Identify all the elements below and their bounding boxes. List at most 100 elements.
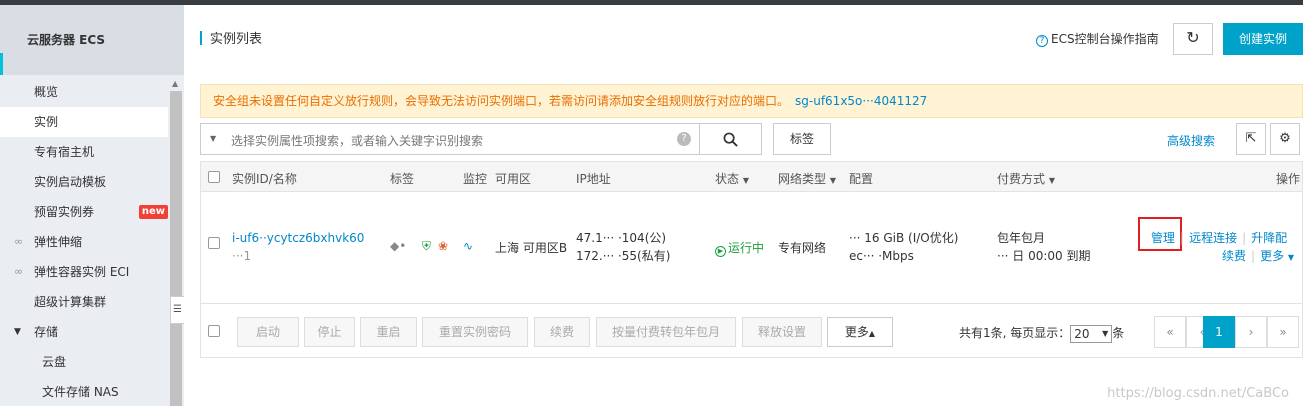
more-button[interactable]: 更多▲ bbox=[827, 317, 893, 347]
col-zone: 可用区 bbox=[495, 170, 531, 187]
tag-filter-button[interactable]: 标签 bbox=[773, 123, 831, 155]
actions-cell: 管理|远程连接|升降配 续费|更多 ▼ bbox=[1151, 229, 1294, 267]
status-label: 运行中 bbox=[728, 241, 764, 255]
sidebar-item-overview[interactable]: 概览 bbox=[0, 77, 168, 107]
search-icon bbox=[723, 132, 738, 147]
instance-table: 实例ID/名称 标签 监控 可用区 IP地址 状态 ▼ 网络类型 ▼ 配置 付费… bbox=[200, 161, 1303, 358]
status-running: ▶运行中 bbox=[715, 239, 764, 257]
next-page-button[interactable]: › bbox=[1235, 316, 1267, 348]
config-spec: ··· 16 GiB (I/O优化) bbox=[849, 229, 958, 247]
select-all-checkbox[interactable] bbox=[208, 171, 220, 183]
table-row: i-uf6··ycytcz6bxhvk60 ···1 ◆• ⛨ ❀ ∿ 上海 可… bbox=[201, 193, 1302, 303]
billing-type: 包年包月 bbox=[997, 229, 1090, 247]
config-bandwidth: ec··· ·Mbps bbox=[849, 247, 958, 265]
sidebar-item-nas[interactable]: 文件存储 NAS bbox=[0, 377, 168, 407]
release-settings-button[interactable]: 释放设置 bbox=[742, 317, 822, 347]
search-placeholder: 选择实例属性项搜索，或者输入关键字识别搜索 bbox=[231, 132, 483, 149]
current-page-button[interactable]: 1 bbox=[1203, 316, 1235, 348]
sidebar-item-reserved-instance[interactable]: 预留实例券new bbox=[0, 197, 168, 227]
caret-down-icon: ▼ bbox=[743, 176, 749, 185]
sidebar-item-label: 文件存储 NAS bbox=[42, 385, 119, 399]
col-status[interactable]: 状态 ▼ bbox=[715, 170, 749, 187]
table-header: 实例ID/名称 标签 监控 可用区 IP地址 状态 ▼ 网络类型 ▼ 配置 付费… bbox=[201, 162, 1302, 192]
sidebar-scrollbar[interactable]: ▲ bbox=[168, 77, 184, 406]
sidebar-item-auto-scaling[interactable]: ∞弹性伸缩 bbox=[0, 227, 168, 257]
more-actions-link[interactable]: 更多 ▼ bbox=[1260, 249, 1294, 263]
sidebar-item-eci[interactable]: ∞弹性容器实例 ECI bbox=[0, 257, 168, 287]
footer-select-all-checkbox[interactable] bbox=[208, 325, 220, 337]
sidebar-item-disk[interactable]: 云盘 bbox=[0, 347, 168, 377]
sidebar-item-label: 弹性伸缩 bbox=[34, 235, 82, 249]
last-page-button[interactable]: » bbox=[1267, 316, 1299, 348]
sidebar-item-label: 云盘 bbox=[42, 355, 66, 369]
config-cell: ··· 16 GiB (I/O优化) ec··· ·Mbps bbox=[849, 229, 958, 265]
total-text: 共有1条, 每页显示： bbox=[959, 326, 1070, 340]
row-checkbox[interactable] bbox=[208, 237, 220, 249]
warning-text: 安全组未设置任何自定义放行规则，会导致无法访问实例端口，若需访问请添加安全组规则… bbox=[213, 94, 789, 108]
sidebar-item-scc[interactable]: 超级计算集群 bbox=[0, 287, 168, 317]
sidebar-item-label: 超级计算集群 bbox=[34, 295, 106, 309]
col-status-label: 状态 bbox=[715, 172, 739, 186]
col-actions: 操作 bbox=[1276, 170, 1300, 187]
start-button[interactable]: 启动 bbox=[237, 317, 299, 347]
ip-public: 47.1··· ·104(公) bbox=[576, 229, 670, 247]
help-icon[interactable]: ? bbox=[677, 132, 691, 146]
convert-billing-button[interactable]: 按量付费转包年包月 bbox=[596, 317, 736, 347]
caret-down-icon: ▼ bbox=[1049, 176, 1055, 185]
col-config: 配置 bbox=[849, 170, 873, 187]
table-footer: 启动 停止 重启 重置实例密码 续费 按量付费转包年包月 释放设置 更多▲ 共有… bbox=[201, 303, 1302, 357]
new-badge: new bbox=[139, 205, 168, 219]
pagination-info: 共有1条, 每页显示：20▼条 bbox=[959, 324, 1124, 343]
guide-label: ECS控制台操作指南 bbox=[1051, 32, 1159, 46]
security-group-warning: 安全组未设置任何自定义放行规则，会导致无法访问实例端口，若需访问请添加安全组规则… bbox=[200, 84, 1303, 118]
col-network[interactable]: 网络类型 ▼ bbox=[778, 170, 836, 187]
sidebar-item-launch-template[interactable]: 实例启动模板 bbox=[0, 167, 168, 197]
security-group-link[interactable]: sg-uf61x5o···4041127 bbox=[795, 94, 927, 108]
export-button[interactable]: ⇱ bbox=[1236, 123, 1266, 155]
sidebar-item-dedicated-host[interactable]: 专有宿主机 bbox=[0, 137, 168, 167]
advanced-search-link[interactable]: 高级搜索 bbox=[1167, 132, 1215, 149]
create-instance-button[interactable]: 创建实例 bbox=[1223, 23, 1303, 55]
sidebar-item-label: 专有宿主机 bbox=[34, 145, 94, 159]
remote-connect-link[interactable]: 远程连接 bbox=[1189, 231, 1237, 245]
instance-id-link[interactable]: i-uf6··ycytcz6bxhvk60 bbox=[232, 229, 364, 247]
col-tags: 标签 bbox=[390, 170, 414, 187]
sidebar-item-instances[interactable]: 实例 bbox=[0, 107, 168, 137]
instance-id-cell: i-uf6··ycytcz6bxhvk60 ···1 bbox=[232, 229, 364, 265]
search-input[interactable]: ▼ 选择实例属性项搜索，或者输入关键字识别搜索 ? bbox=[200, 123, 700, 155]
reset-password-button[interactable]: 重置实例密码 bbox=[422, 317, 528, 347]
monitor-chart-icon[interactable]: ∿ bbox=[463, 237, 473, 255]
caret-down-icon: ▼ bbox=[14, 317, 21, 347]
resize-link[interactable]: 升降配 bbox=[1251, 231, 1287, 245]
scroll-up-icon[interactable]: ▲ bbox=[172, 79, 178, 88]
sidebar-collapse-icon[interactable]: ☰ bbox=[170, 296, 184, 324]
page-size-select[interactable]: 20▼ bbox=[1070, 325, 1112, 343]
col-ip: IP地址 bbox=[576, 170, 611, 187]
sidebar: 云服务器 ECS 概览 实例 专有宿主机 实例启动模板 预留实例券new ∞弹性… bbox=[0, 5, 184, 406]
stop-button[interactable]: 停止 bbox=[304, 317, 355, 347]
caret-down-icon: ▼ bbox=[830, 176, 836, 185]
guide-link[interactable]: ?ECS控制台操作指南 bbox=[1036, 30, 1159, 47]
total-suffix: 条 bbox=[1112, 326, 1124, 340]
sidebar-group-storage[interactable]: ▼存储 bbox=[0, 317, 168, 347]
watermark: https://blog.csdn.net/CaBCo bbox=[1107, 386, 1289, 401]
col-billing[interactable]: 付费方式 ▼ bbox=[997, 170, 1055, 187]
settings-button[interactable]: ⚙ bbox=[1270, 123, 1300, 155]
network-type: 专有网络 bbox=[778, 239, 826, 257]
restart-button[interactable]: 重启 bbox=[360, 317, 417, 347]
more-button-label: 更多 bbox=[845, 325, 869, 339]
scrollbar-thumb[interactable] bbox=[170, 91, 182, 406]
zone: 上海 可用区B bbox=[495, 239, 567, 257]
search-bar: ▼ 选择实例属性项搜索，或者输入关键字识别搜索 ? 标签 高级搜索 ⇱ ⚙ bbox=[200, 123, 1303, 155]
renew-button[interactable]: 续费 bbox=[534, 317, 590, 347]
manage-link[interactable]: 管理 bbox=[1151, 231, 1175, 245]
refresh-button[interactable]: ↻ bbox=[1173, 23, 1213, 55]
search-button[interactable] bbox=[699, 123, 762, 155]
title-bar: 实例列表 ?ECS控制台操作指南 ↻ 创建实例 bbox=[200, 25, 1303, 55]
caret-down-icon[interactable]: ▼ bbox=[210, 134, 216, 143]
sidebar-item-label: 弹性容器实例 ECI bbox=[34, 265, 129, 279]
first-page-button[interactable]: « bbox=[1154, 316, 1186, 348]
col-network-label: 网络类型 bbox=[778, 172, 826, 186]
renew-link[interactable]: 续费 bbox=[1222, 249, 1246, 263]
tag-icon[interactable]: ◆• bbox=[390, 237, 406, 255]
